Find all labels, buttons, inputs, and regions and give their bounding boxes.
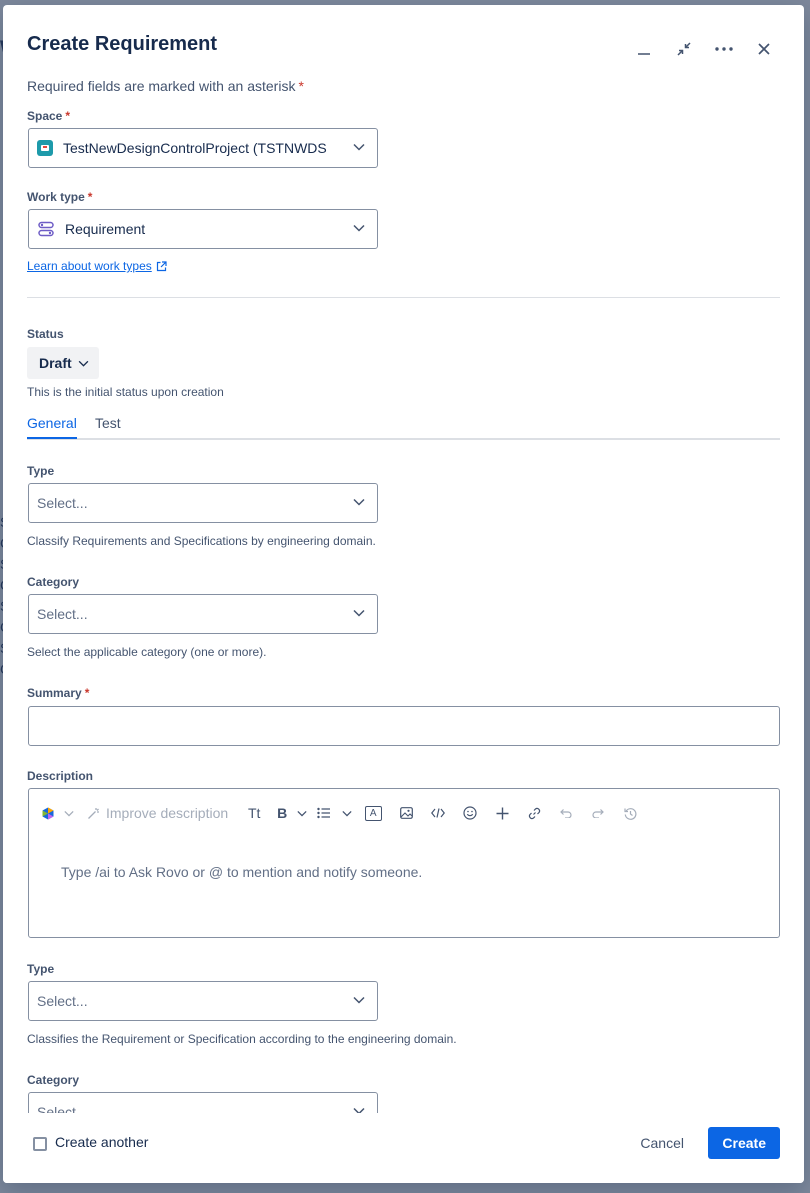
text-style-icon: Tt bbox=[247, 805, 261, 821]
space-label: Space * bbox=[27, 109, 71, 123]
close-button[interactable] bbox=[748, 33, 780, 65]
dialog-header: Create Requirement bbox=[27, 27, 780, 67]
close-icon bbox=[758, 43, 770, 55]
ai-button[interactable] bbox=[37, 797, 59, 829]
create-another-checkbox[interactable] bbox=[33, 1137, 47, 1151]
text-color-button[interactable]: A bbox=[356, 797, 390, 829]
bold-button[interactable]: B bbox=[270, 797, 294, 829]
requirement-type-icon bbox=[38, 221, 54, 237]
status-value: Draft bbox=[39, 355, 72, 371]
list-menu-button[interactable] bbox=[338, 797, 356, 829]
minimize-icon bbox=[638, 53, 650, 55]
type-help: Classify Requirements and Specifications… bbox=[27, 534, 376, 548]
text-style-button[interactable]: Tt bbox=[238, 797, 270, 829]
category-select[interactable]: Select... bbox=[28, 594, 378, 634]
undo-button[interactable] bbox=[550, 797, 582, 829]
category-label-2: Category bbox=[27, 1073, 80, 1087]
plus-icon bbox=[496, 807, 509, 819]
type-placeholder: Select... bbox=[37, 495, 88, 511]
insert-button[interactable] bbox=[486, 797, 518, 829]
history-button[interactable] bbox=[614, 797, 646, 829]
ai-menu-button[interactable] bbox=[59, 797, 79, 829]
required-note: Required fields are marked with an aster… bbox=[27, 78, 304, 94]
chevron-down-icon bbox=[78, 360, 89, 367]
collapse-icon bbox=[677, 42, 691, 56]
space-select[interactable]: TestNewDesignControlProject (TSTNWDS bbox=[28, 128, 378, 168]
insert-image-button[interactable] bbox=[390, 797, 422, 829]
collapse-button[interactable] bbox=[668, 33, 700, 65]
chevron-down-icon bbox=[353, 996, 365, 1004]
learn-link-text: Learn about work types bbox=[27, 259, 152, 273]
category-help: Select the applicable category (one or m… bbox=[27, 645, 267, 659]
learn-about-work-types-link[interactable]: Learn about work types bbox=[27, 259, 167, 273]
category-placeholder-2: Select... bbox=[37, 1104, 88, 1113]
create-button[interactable]: Create bbox=[708, 1127, 780, 1159]
editor-toolbar: Improve description Tt B A bbox=[37, 797, 771, 829]
chevron-down-icon bbox=[342, 810, 352, 816]
bullet-list-button[interactable] bbox=[310, 797, 338, 829]
description-placeholder: Type /ai to Ask Rovo or @ to mention and… bbox=[61, 864, 423, 880]
emoji-icon bbox=[463, 806, 477, 820]
type-label-2: Type bbox=[27, 962, 55, 976]
field-tabs: General Test bbox=[27, 409, 780, 440]
improve-description-label: Improve description bbox=[106, 805, 229, 821]
description-label: Description bbox=[27, 769, 94, 783]
type-select[interactable]: Select... bbox=[28, 483, 378, 523]
chevron-down-icon bbox=[64, 810, 74, 816]
status-help: This is the initial status upon creation bbox=[27, 385, 224, 399]
tab-test[interactable]: Test bbox=[95, 415, 121, 437]
code-icon bbox=[431, 808, 446, 818]
chevron-down-icon bbox=[353, 143, 365, 151]
summary-input[interactable] bbox=[28, 706, 780, 746]
dialog-body[interactable]: Required fields are marked with an aster… bbox=[27, 75, 780, 1113]
code-button[interactable] bbox=[422, 797, 454, 829]
work-type-value: Requirement bbox=[65, 221, 146, 237]
chevron-down-icon bbox=[353, 224, 365, 232]
work-type-label: Work type * bbox=[27, 190, 93, 204]
work-type-select[interactable]: Requirement bbox=[28, 209, 378, 249]
image-icon bbox=[399, 807, 413, 819]
link-icon bbox=[528, 807, 540, 819]
tab-general[interactable]: General bbox=[27, 415, 77, 439]
status-label: Status bbox=[27, 327, 64, 341]
type-placeholder-2: Select... bbox=[37, 993, 88, 1009]
section-divider bbox=[27, 297, 780, 298]
space-value: TestNewDesignControlProject (TSTNWDS bbox=[63, 140, 327, 156]
create-requirement-dialog: Create Requirement Required fields are m… bbox=[3, 5, 804, 1183]
category-select-2[interactable]: Select... bbox=[28, 1092, 378, 1113]
more-icon bbox=[715, 47, 733, 51]
chevron-down-icon bbox=[353, 498, 365, 506]
link-button[interactable] bbox=[518, 797, 550, 829]
category-placeholder: Select... bbox=[37, 606, 88, 622]
external-link-icon bbox=[156, 260, 167, 271]
magic-wand-icon bbox=[88, 807, 99, 819]
bold-icon: B bbox=[277, 805, 288, 821]
create-another-label[interactable]: Create another bbox=[55, 1134, 148, 1150]
improve-description-button[interactable]: Improve description bbox=[79, 797, 238, 829]
history-icon bbox=[624, 807, 637, 820]
type-label: Type bbox=[27, 464, 55, 478]
description-editor[interactable]: Improve description Tt B A Type /ai to A… bbox=[28, 788, 780, 938]
status-dropdown[interactable]: Draft bbox=[27, 347, 99, 379]
chevron-down-icon bbox=[353, 609, 365, 617]
emoji-button[interactable] bbox=[454, 797, 486, 829]
minimize-button[interactable] bbox=[628, 33, 660, 65]
type-select-2[interactable]: Select... bbox=[28, 981, 378, 1021]
dialog-title: Create Requirement bbox=[27, 33, 218, 55]
summary-label: Summary * bbox=[27, 686, 90, 700]
type-help-2: Classifies the Requirement or Specificat… bbox=[27, 1032, 457, 1046]
bullet-list-icon bbox=[317, 807, 331, 819]
dialog-footer: Create another Cancel Create bbox=[3, 1113, 804, 1183]
format-menu-button[interactable] bbox=[294, 797, 310, 829]
cancel-button[interactable]: Cancel bbox=[628, 1127, 696, 1159]
more-button[interactable] bbox=[708, 33, 740, 65]
category-label: Category bbox=[27, 575, 80, 589]
rovo-icon bbox=[42, 807, 54, 819]
undo-icon bbox=[560, 809, 572, 818]
space-icon bbox=[37, 140, 53, 156]
text-color-icon: A bbox=[364, 805, 382, 821]
chevron-down-icon bbox=[297, 810, 307, 816]
redo-icon bbox=[592, 809, 605, 818]
redo-button[interactable] bbox=[582, 797, 614, 829]
